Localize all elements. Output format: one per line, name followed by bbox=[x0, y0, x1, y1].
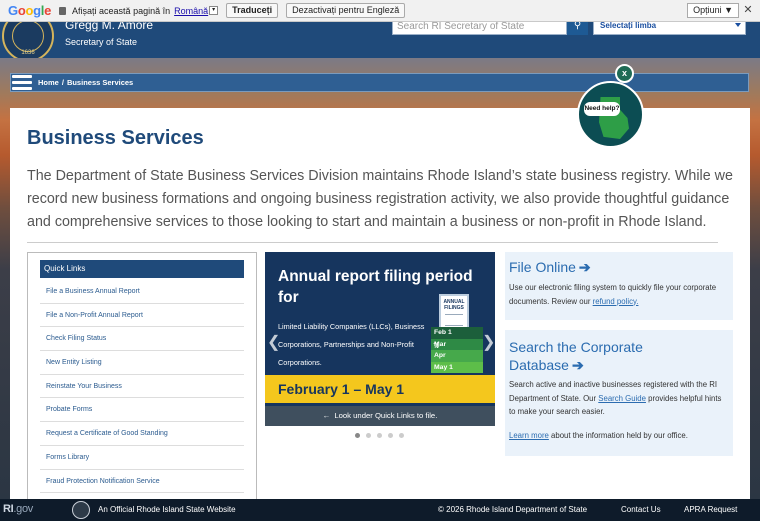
breadcrumb: Home / Business Services bbox=[38, 78, 133, 87]
month-label: Feb 1 bbox=[431, 327, 483, 339]
quick-links-panel: Quick Links File a Business Annual Repor… bbox=[27, 252, 257, 502]
quick-links-list: File a Business Annual Report File a Non… bbox=[40, 280, 244, 494]
learn-more-link[interactable]: Learn more bbox=[509, 431, 549, 440]
quick-link-certificate-good-standing[interactable]: Request a Certificate of Good Standing bbox=[40, 422, 244, 446]
quick-link-new-entity-listing[interactable]: New Entity Listing bbox=[40, 351, 244, 375]
help-close-button[interactable]: x bbox=[615, 64, 634, 83]
state-seal-icon bbox=[72, 501, 90, 519]
arrow-right-icon: ➔ bbox=[578, 259, 591, 275]
chevron-down-icon bbox=[735, 23, 741, 27]
quick-link-forms-library[interactable]: Forms Library bbox=[40, 446, 244, 470]
learn-more-description: about the information held by our office… bbox=[551, 431, 688, 440]
filing-months: Feb 1 Mar Apr May 1 bbox=[431, 327, 483, 373]
contact-us-link[interactable]: Contact Us bbox=[621, 505, 661, 514]
main-content: Business Services The Department of Stat… bbox=[10, 108, 750, 502]
learn-more-text: Learn more about the information held by… bbox=[509, 429, 727, 443]
up-down-arrow-icon: ⇅ bbox=[433, 341, 440, 350]
lock-icon bbox=[59, 6, 67, 15]
seal-inner-ring bbox=[12, 20, 44, 52]
menu-icon[interactable] bbox=[12, 75, 32, 91]
document-lines bbox=[445, 314, 463, 326]
close-icon[interactable]: ✕ bbox=[742, 3, 754, 17]
quick-link-probate-forms[interactable]: Probate Forms bbox=[40, 398, 244, 423]
official-website-label: An Official Rhode Island State Website bbox=[98, 505, 236, 514]
date-range: February 1 – May 1 bbox=[278, 381, 405, 397]
carousel-dot[interactable] bbox=[355, 433, 360, 438]
search-guide-link[interactable]: Search Guide bbox=[598, 394, 646, 403]
carousel-dot[interactable] bbox=[399, 433, 404, 438]
quick-link-nonprofit-annual-report[interactable]: File a Non-Profit Annual Report bbox=[40, 304, 244, 328]
carousel-slide[interactable]: Annual report filing period for Limited … bbox=[265, 252, 495, 426]
carousel-next-icon[interactable]: ❯ bbox=[482, 332, 495, 352]
need-help-label: Need help? bbox=[584, 102, 620, 116]
search-corporate-title[interactable]: Search the Corporate Database ➔ bbox=[509, 338, 689, 374]
intro-paragraph: The Department of State Business Service… bbox=[27, 168, 733, 230]
breadcrumb-bar: Home / Business Services bbox=[10, 73, 749, 92]
breadcrumb-current: Business Services bbox=[66, 78, 134, 87]
translate-bar: Google Afișați această pagină în Română … bbox=[0, 0, 760, 22]
date-range-band: February 1 – May 1 bbox=[265, 375, 495, 403]
carousel-subtitle: Limited Liability Companies (LLCs), Busi… bbox=[278, 322, 425, 367]
carousel-dot[interactable] bbox=[377, 433, 382, 438]
translate-prompt: Afișați această pagină în bbox=[72, 5, 171, 16]
quick-link-business-annual-report[interactable]: File a Business Annual Report bbox=[40, 280, 244, 304]
language-link[interactable]: Română bbox=[174, 6, 208, 16]
carousel-dot[interactable] bbox=[388, 433, 393, 438]
file-online-title-text: File Online bbox=[509, 259, 576, 275]
apra-request-link[interactable]: APRA Request bbox=[684, 505, 737, 514]
need-help-widget[interactable]: Need help? bbox=[577, 81, 644, 148]
carousel-dot[interactable] bbox=[366, 433, 371, 438]
divider bbox=[27, 242, 718, 243]
breadcrumb-home[interactable]: Home bbox=[38, 78, 59, 87]
quick-link-check-filing-status[interactable]: Check Filing Status bbox=[40, 327, 244, 352]
site-footer: RI.gov An Official Rhode Island State We… bbox=[0, 499, 760, 521]
gov-logo-text: .gov bbox=[13, 503, 33, 515]
official-title: Secretary of State bbox=[65, 37, 138, 47]
file-online-text: Use our electronic filing system to quic… bbox=[509, 281, 727, 308]
site-header: 1636 Gregg M. Amore Secretary of State S… bbox=[0, 10, 760, 62]
language-select-label: Selectați limba bbox=[600, 21, 657, 30]
carousel-caption-text: Look under Quick Links to file. bbox=[334, 411, 438, 420]
file-online-card: File Online ➔ Use our electronic filing s… bbox=[505, 252, 733, 320]
quick-links-heading: Quick Links bbox=[40, 260, 244, 278]
copyright: © 2026 Rhode Island Department of State bbox=[438, 505, 588, 514]
disable-translate-button[interactable]: Dezactivați pentru Engleză bbox=[286, 3, 406, 18]
carousel-indicators bbox=[355, 433, 404, 438]
search-corporate-database-card: Search the Corporate Database ➔ Search ac… bbox=[505, 330, 733, 456]
month-label: May 1 bbox=[431, 361, 483, 373]
ri-logo-text: RI bbox=[3, 503, 14, 515]
ri-gov-logo[interactable]: RI.gov bbox=[3, 503, 33, 515]
breadcrumb-separator: / bbox=[61, 78, 64, 87]
options-button[interactable]: Opțiuni ▼ bbox=[687, 3, 739, 18]
seal-year: 1636 bbox=[21, 50, 35, 56]
arrow-right-icon: ➔ bbox=[571, 357, 584, 373]
quick-link-reinstate-business[interactable]: Reinstate Your Business bbox=[40, 375, 244, 399]
translate-button[interactable]: Traduceți bbox=[226, 3, 279, 18]
quick-link-fraud-protection[interactable]: Fraud Protection Notification Service bbox=[40, 470, 244, 494]
file-online-title[interactable]: File Online ➔ bbox=[509, 258, 591, 276]
language-dropdown-icon[interactable]: ▾ bbox=[209, 6, 219, 15]
carousel-caption: ← Look under Quick Links to file. bbox=[265, 406, 495, 426]
annual-filings-label: ANNUAL FILINGS bbox=[443, 299, 465, 311]
arrow-left-icon: ← bbox=[322, 411, 331, 420]
carousel-prev-icon[interactable]: ❮ bbox=[267, 332, 280, 352]
google-logo: Google bbox=[8, 3, 52, 18]
search-corporate-text: Search active and inactive businesses re… bbox=[509, 378, 727, 419]
page-title: Business Services bbox=[27, 127, 204, 149]
refund-policy-link[interactable]: refund policy. bbox=[593, 297, 639, 306]
month-label: Apr bbox=[431, 350, 483, 362]
